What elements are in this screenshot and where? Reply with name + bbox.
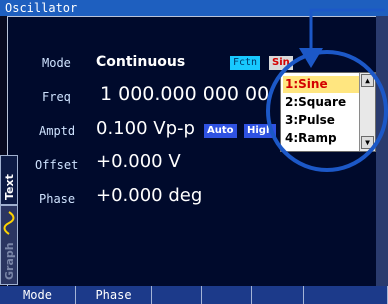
softkey-phase[interactable]: Phase	[76, 286, 152, 304]
highlight-circle	[266, 50, 388, 172]
softkey-6[interactable]	[304, 286, 388, 304]
softkey-mode[interactable]: Mode	[0, 286, 76, 304]
softkey-bar: Mode Phase	[0, 286, 388, 304]
softkey-4[interactable]	[202, 286, 252, 304]
softkey-3[interactable]	[152, 286, 202, 304]
oscillator-screen: Oscillator Mode Continuous Fctn Sin Freq…	[0, 0, 388, 304]
softkey-5[interactable]	[252, 286, 304, 304]
